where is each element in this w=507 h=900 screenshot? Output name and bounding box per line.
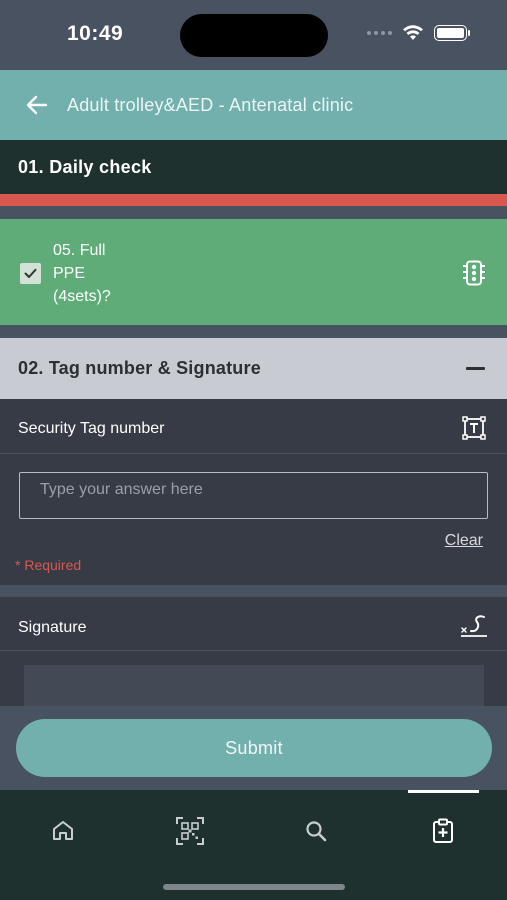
section-title: 02. Tag number & Signature xyxy=(18,358,261,378)
nav-checklist[interactable] xyxy=(403,790,483,872)
nav-home[interactable] xyxy=(23,790,103,872)
security-tag-input[interactable] xyxy=(19,472,488,519)
qr-code-icon xyxy=(176,817,204,845)
signature-icon[interactable] xyxy=(460,613,488,639)
field-label: Security Tag number xyxy=(18,420,165,437)
submit-area: Submit xyxy=(0,706,507,790)
status-icons xyxy=(367,24,470,41)
camera-notch xyxy=(180,14,328,57)
security-tag-field: Security Tag number Clear * Required xyxy=(0,399,507,585)
section-tag-signature-header[interactable]: 02. Tag number & Signature xyxy=(0,338,507,399)
item-checkbox[interactable] xyxy=(20,263,41,284)
section-status-bar xyxy=(0,194,507,206)
clipboard-add-icon xyxy=(433,818,453,843)
status-bar: 10:49 xyxy=(0,0,507,70)
checklist-item-label: 05. Full PPE (4sets)? xyxy=(53,242,111,305)
field-label: Signature xyxy=(18,619,87,636)
clear-link[interactable]: Clear xyxy=(445,532,483,550)
home-icon xyxy=(53,821,73,840)
traffic-light-icon[interactable] xyxy=(462,260,486,286)
app-header: Adult trolley&AED - Antenatal clinic xyxy=(0,70,507,140)
section-title: 01. Daily check xyxy=(18,156,152,177)
collapse-icon[interactable] xyxy=(466,367,485,370)
nav-search[interactable] xyxy=(276,790,356,872)
cellular-signal-icon xyxy=(367,30,392,35)
section-daily-check-header[interactable]: 01. Daily check xyxy=(0,140,507,194)
wifi-icon xyxy=(403,25,423,40)
back-arrow-icon xyxy=(26,95,48,115)
submit-button[interactable]: Submit xyxy=(16,719,492,777)
required-label: * Required xyxy=(15,557,82,573)
page-title: Adult trolley&AED - Antenatal clinic xyxy=(67,94,354,115)
signature-field: Signature xyxy=(0,597,507,725)
battery-icon xyxy=(434,24,470,41)
status-time: 10:49 xyxy=(67,22,124,45)
text-field-icon[interactable] xyxy=(462,416,486,440)
nav-qr-scan[interactable] xyxy=(150,790,230,872)
search-icon xyxy=(306,821,327,842)
back-button[interactable] xyxy=(17,85,57,125)
checkmark-icon xyxy=(24,268,37,278)
home-indicator xyxy=(163,884,345,890)
